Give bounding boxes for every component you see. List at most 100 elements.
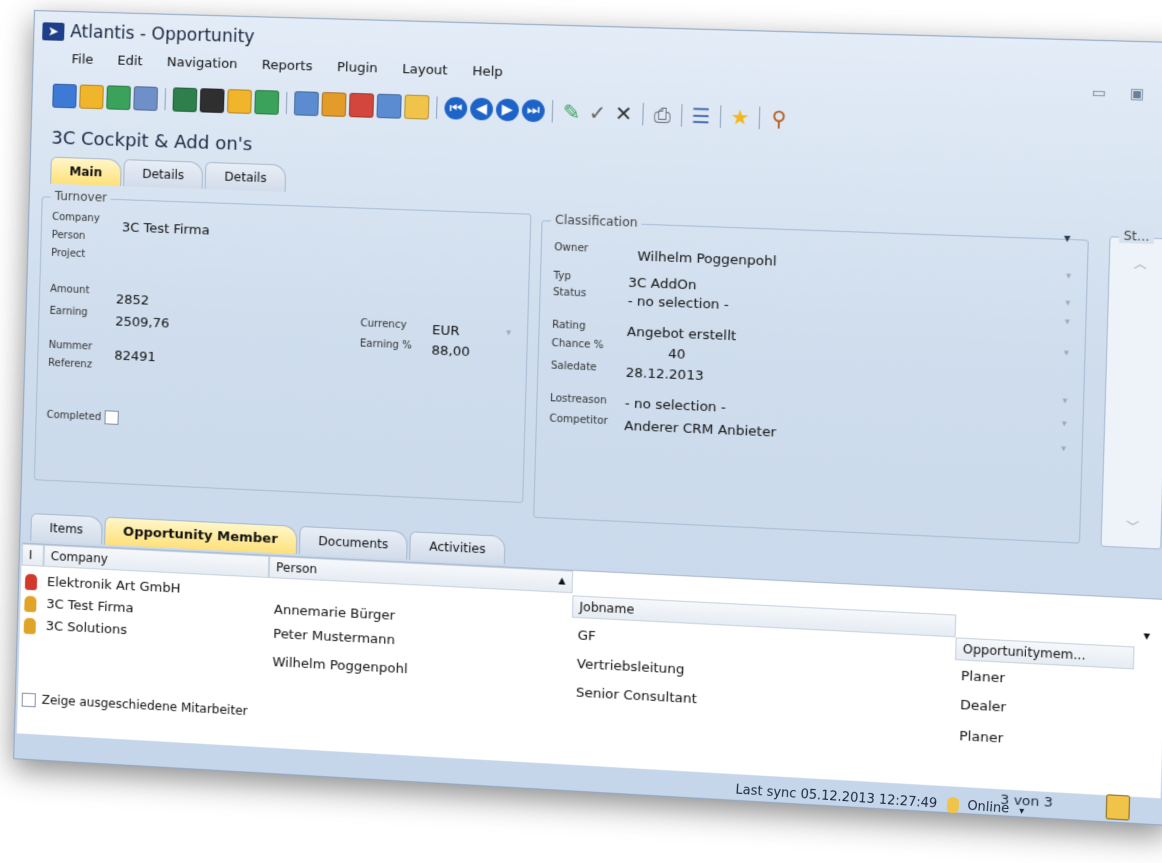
- cell-company-1[interactable]: Elektronik Art GmbH: [47, 575, 181, 597]
- menu-layout[interactable]: Layout: [402, 60, 448, 81]
- cell-role-1[interactable]: Planer: [961, 669, 1005, 687]
- previous-record-icon[interactable]: ◀: [469, 97, 494, 121]
- status-value[interactable]: - no selection -: [628, 294, 729, 313]
- new-task-icon[interactable]: [321, 91, 347, 117]
- cancel-x-icon[interactable]: ✕: [612, 101, 636, 126]
- cell-person-2[interactable]: Peter Mustermann: [273, 627, 395, 649]
- cell-role-3[interactable]: Planer: [959, 729, 1003, 747]
- owner-label: Owner: [554, 242, 589, 255]
- last-record-icon[interactable]: ⏭: [521, 99, 546, 123]
- money-icon[interactable]: [106, 85, 131, 111]
- owner-dropdown-icon[interactable]: ▾: [1066, 271, 1071, 282]
- new-phone-icon[interactable]: [348, 92, 375, 118]
- earning-value[interactable]: 2509,76: [115, 314, 169, 331]
- completed-label-text: Completed: [46, 409, 102, 424]
- next-record-icon[interactable]: ▶: [495, 98, 520, 122]
- show-former-option[interactable]: Zeige ausgeschiedene Mitarbeiter: [21, 692, 248, 719]
- rating-dropdown-icon[interactable]: ▾: [1064, 348, 1069, 359]
- scroll-down-icon[interactable]: ﹀: [1126, 518, 1140, 536]
- menu-plugin[interactable]: Plugin: [337, 58, 378, 78]
- competitor-dropdown-icon[interactable]: ▾: [1061, 444, 1066, 455]
- chance-value[interactable]: 40: [668, 347, 686, 363]
- completed-checkbox[interactable]: [103, 410, 119, 425]
- typ-dropdown-icon[interactable]: ▾: [1065, 298, 1070, 309]
- tab-activities[interactable]: Activities: [409, 531, 506, 565]
- edit-pencil-icon[interactable]: ✎: [560, 99, 583, 124]
- menu-file[interactable]: File: [71, 50, 93, 70]
- connection-dropdown-icon[interactable]: ▾: [1019, 805, 1025, 816]
- saledate-label: Saledate: [550, 360, 597, 374]
- cell-company-3[interactable]: 3C Solutions: [46, 619, 128, 638]
- lostreason-dropdown-icon[interactable]: ▾: [1062, 419, 1067, 430]
- new-calendar-icon[interactable]: [293, 91, 319, 117]
- cell-jobname-1[interactable]: GF: [577, 628, 596, 644]
- toolbar: ⏮ ◀ ▶ ⏭ ✎ ✓ ✕ ⎙ ☰ ★ ⚲: [52, 83, 791, 132]
- tab-details-1[interactable]: Details: [122, 159, 204, 189]
- tab-details-2[interactable]: Details: [204, 161, 287, 192]
- clipboard-icon[interactable]: [1105, 794, 1131, 821]
- new-folder-icon[interactable]: [226, 89, 252, 114]
- column-header-jobname[interactable]: Jobname: [571, 595, 957, 638]
- save-check-icon[interactable]: ✓: [586, 100, 610, 125]
- cell-jobname-3[interactable]: Senior Consultant: [576, 685, 697, 707]
- title-bar: ➤ Atlantis - Opportunity: [42, 17, 255, 51]
- grid-options-icon[interactable]: ▾: [1143, 628, 1150, 643]
- earning-percent-value[interactable]: 88,00: [431, 343, 470, 360]
- owner-value[interactable]: Wilhelm Poggenpohl: [637, 249, 777, 270]
- maximize-icon[interactable]: ▣: [1130, 86, 1145, 103]
- show-former-checkbox[interactable]: [21, 692, 36, 707]
- toolbar-separator: [164, 88, 167, 111]
- tab-items[interactable]: Items: [30, 513, 103, 545]
- toolbar-separator: [551, 100, 554, 123]
- tab-main[interactable]: Main: [50, 156, 122, 187]
- amount-label: Amount: [50, 283, 90, 297]
- currency-dropdown-icon[interactable]: ▾: [506, 328, 511, 338]
- cell-role-2[interactable]: Dealer: [960, 698, 1006, 716]
- tab-documents[interactable]: Documents: [298, 525, 409, 560]
- nummer-value[interactable]: 82491: [114, 348, 156, 365]
- cell-jobname-2[interactable]: Vertriebsleitung: [577, 657, 685, 678]
- member-icon-yellow: [24, 595, 37, 613]
- first-record-icon[interactable]: ⏮: [444, 96, 468, 120]
- saledate-value[interactable]: 28.12.2013: [625, 366, 703, 385]
- status-dropdown-icon[interactable]: ▾: [1065, 317, 1070, 328]
- menu-reports[interactable]: Reports: [262, 56, 313, 77]
- search-magnifier-icon[interactable]: ⚲: [767, 106, 791, 131]
- menu-edit[interactable]: Edit: [117, 51, 143, 71]
- toolbar-separator: [719, 105, 722, 128]
- column-header-person[interactable]: Person ▲: [268, 555, 574, 594]
- menu-navigation[interactable]: Navigation: [166, 53, 238, 74]
- minimize-icon[interactable]: ▭: [1092, 84, 1107, 101]
- saledate-dropdown-icon[interactable]: ▾: [1062, 396, 1067, 407]
- column-header-role[interactable]: Opportunitymem...: [954, 637, 1135, 670]
- cell-person-1[interactable]: Annemarie Bürger: [274, 602, 396, 623]
- new-money-icon[interactable]: [254, 89, 280, 115]
- database-icon: [946, 796, 960, 814]
- lostreason-value[interactable]: - no selection -: [625, 396, 726, 416]
- amount-value[interactable]: 2852: [116, 292, 150, 308]
- cell-person-3[interactable]: Wilhelm Poggenpohl: [272, 655, 408, 677]
- open-folder-icon[interactable]: [79, 84, 104, 110]
- column-header-indicator[interactable]: I: [21, 543, 45, 567]
- new-email-icon[interactable]: [404, 94, 430, 120]
- competitor-value[interactable]: Anderer CRM Anbieter: [624, 419, 776, 441]
- nummer-label: Nummer: [48, 339, 93, 353]
- new-company-icon[interactable]: [172, 87, 198, 113]
- new-document-icon[interactable]: [376, 93, 402, 119]
- calendar-icon[interactable]: [133, 86, 159, 111]
- cell-company-2[interactable]: 3C Test Firma: [46, 597, 134, 617]
- list-icon[interactable]: ☰: [689, 103, 713, 128]
- currency-value[interactable]: EUR: [432, 323, 460, 339]
- connection-status[interactable]: Online: [967, 799, 1010, 817]
- menu-help[interactable]: Help: [472, 62, 503, 82]
- print-icon[interactable]: ⎙: [651, 102, 675, 127]
- main-tab-panel: Turnover Company 3C Test Firma Person Pr…: [29, 186, 1162, 554]
- scroll-up-icon[interactable]: ︿: [1133, 255, 1147, 273]
- typ-value[interactable]: 3C AddOn: [628, 276, 697, 294]
- rating-value[interactable]: Angebot erstellt: [627, 325, 737, 345]
- panel-options-icon[interactable]: ▾: [1064, 231, 1071, 246]
- new-person-icon[interactable]: [199, 88, 225, 114]
- company-value[interactable]: 3C Test Firma: [122, 220, 210, 238]
- building-icon[interactable]: [52, 83, 77, 109]
- favorite-star-icon[interactable]: ★: [728, 105, 752, 130]
